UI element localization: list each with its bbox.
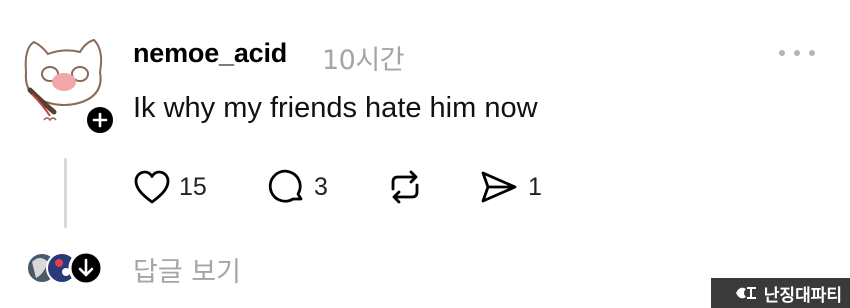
reply-avatars[interactable] bbox=[26, 248, 106, 288]
repost-button[interactable] bbox=[384, 167, 426, 207]
share-button[interactable]: 1 bbox=[478, 167, 542, 207]
reply-button[interactable]: 3 bbox=[268, 167, 328, 207]
comment-icon bbox=[268, 169, 303, 203]
like-button[interactable]: 15 bbox=[133, 167, 207, 207]
thread-line bbox=[64, 158, 67, 228]
plus-icon bbox=[92, 112, 108, 128]
more-options-button[interactable] bbox=[779, 40, 815, 66]
reply-avatar-stack bbox=[26, 250, 104, 286]
send-icon bbox=[481, 171, 517, 203]
reply-count: 3 bbox=[314, 172, 328, 201]
like-count: 15 bbox=[179, 172, 207, 201]
more-horizontal-icon bbox=[779, 50, 785, 56]
username[interactable]: nemoe_acid bbox=[133, 38, 287, 69]
post-time: 10시간 bbox=[322, 45, 405, 76]
watermark-logo-icon bbox=[735, 287, 756, 299]
post-text: Ik why my friends hate him now bbox=[133, 92, 538, 124]
follow-button[interactable] bbox=[84, 104, 116, 136]
watermark: 난징대파티 bbox=[711, 278, 850, 308]
watermark-text: 난징대파티 bbox=[763, 285, 842, 306]
heart-icon bbox=[134, 170, 170, 204]
view-replies-link[interactable]: 답글 보기 bbox=[133, 250, 241, 289]
share-count: 1 bbox=[528, 172, 542, 201]
repost-icon bbox=[391, 170, 419, 204]
